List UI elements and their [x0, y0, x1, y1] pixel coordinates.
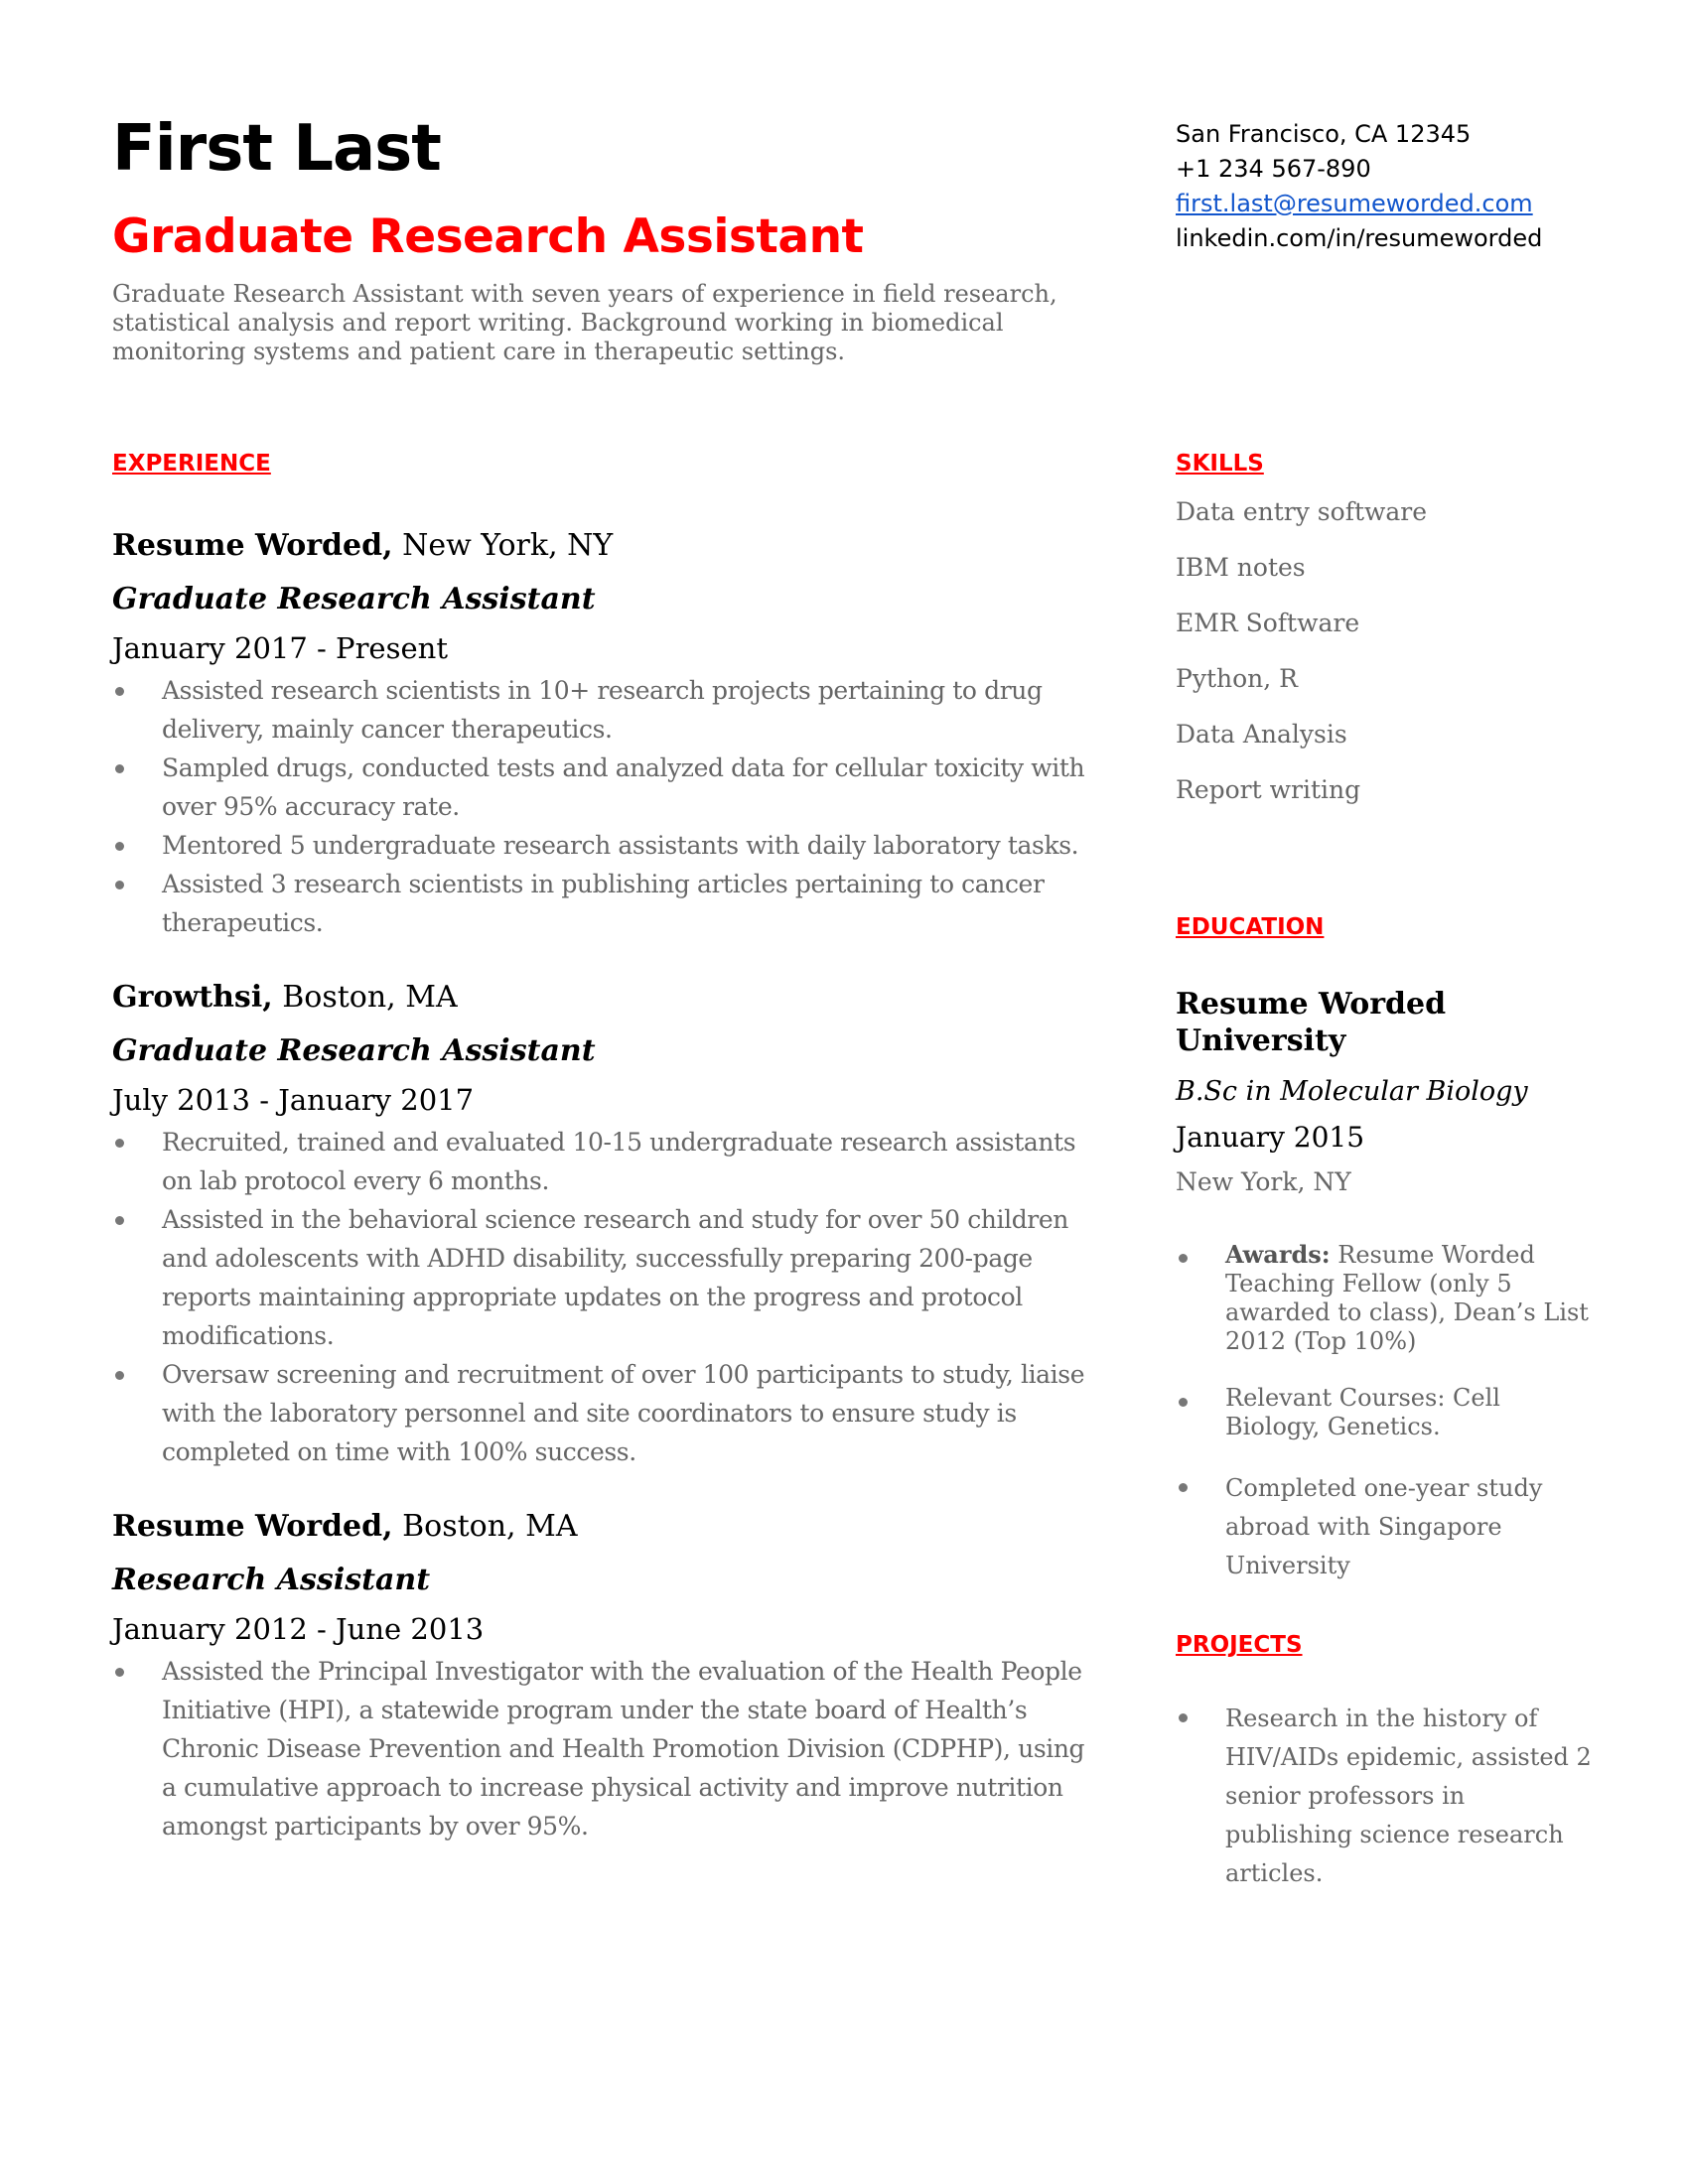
education-bullets: Awards: Resume Worded Teaching Fellow (o…: [1176, 1240, 1593, 1585]
skill-item: EMR Software: [1176, 609, 1360, 637]
contact-block: San Francisco, CA 12345 +1 234 567-890 f…: [1176, 117, 1542, 256]
projects-bullets: Research in the history of HIV/AIDs epid…: [1176, 1700, 1593, 1893]
job-role: Research Assistant: [112, 1563, 431, 1597]
skills-heading: SKILLS: [1176, 451, 1264, 477]
job-role: Graduate Research Assistant: [112, 582, 596, 616]
job-entry: Resume Worded, New York, NY Graduate Res…: [112, 526, 1105, 942]
job-bullet: Assisted 3 research scientists in publis…: [112, 865, 1105, 942]
bullet-icon: [1179, 1713, 1188, 1722]
resume-page: First Last Graduate Research Assistant G…: [0, 0, 1688, 2184]
contact-email-link[interactable]: first.last@resumeworded.com: [1176, 190, 1533, 217]
projects-section: Research in the history of HIV/AIDs epid…: [1176, 1700, 1593, 1893]
job-dates: July 2013 - January 2017: [112, 1083, 475, 1117]
job-company: Growthsi,: [112, 980, 273, 1015]
education-section: Resume Worded University B.Sc in Molecul…: [1176, 986, 1593, 1585]
education-degree: B.Sc in Molecular Biology: [1176, 1076, 1528, 1107]
job-bullets: Assisted research scientists in 10+ rese…: [112, 671, 1105, 942]
job-company: Resume Worded,: [112, 1509, 393, 1544]
job-company-line: Resume Worded, Boston, MA: [112, 1507, 1105, 1547]
job-bullet: Assisted in the behavioral science resea…: [112, 1200, 1105, 1355]
education-heading: EDUCATION: [1176, 914, 1325, 940]
contact-location: San Francisco, CA 12345: [1176, 120, 1472, 148]
candidate-title: Graduate Research Assistant: [112, 209, 864, 264]
job-company-line: Resume Worded, New York, NY: [112, 526, 1105, 566]
contact-phone: +1 234 567-890: [1176, 155, 1371, 183]
job-entry: Resume Worded, Boston, MA Research Assis…: [112, 1507, 1105, 1845]
job-role: Graduate Research Assistant: [112, 1033, 596, 1068]
job-bullet: Mentored 5 undergraduate research assist…: [112, 826, 1105, 865]
bullet-icon: [115, 881, 124, 889]
skill-item: IBM notes: [1176, 553, 1306, 582]
bullet-icon: [1179, 1254, 1188, 1263]
projects-heading: PROJECTS: [1176, 1632, 1303, 1658]
bullet-icon: [115, 842, 124, 851]
education-location: New York, NY: [1176, 1167, 1351, 1196]
education-school: Resume Worded University: [1176, 987, 1447, 1058]
job-bullet: Assisted research scientists in 10+ rese…: [112, 671, 1105, 749]
skill-item: Data entry software: [1176, 497, 1428, 526]
job-bullet: Sampled drugs, conducted tests and analy…: [112, 749, 1105, 826]
job-bullets: Assisted the Principal Investigator with…: [112, 1652, 1105, 1845]
education-bullet: Completed one-year study abroad with Sin…: [1176, 1469, 1593, 1585]
job-bullet: Recruited, trained and evaluated 10-15 u…: [112, 1123, 1105, 1200]
experience-section: Resume Worded, New York, NY Graduate Res…: [112, 526, 1105, 1881]
bullet-icon: [115, 1668, 124, 1677]
education-date: January 2015: [1176, 1121, 1365, 1154]
job-bullet: Oversaw screening and recruitment of ove…: [112, 1355, 1105, 1471]
job-location: Boston, MA: [392, 1509, 578, 1544]
summary: Graduate Research Assistant with seven y…: [112, 280, 1057, 365]
experience-heading: EXPERIENCE: [112, 451, 271, 477]
bullet-icon: [115, 1371, 124, 1380]
job-bullets: Recruited, trained and evaluated 10-15 u…: [112, 1123, 1105, 1471]
candidate-name: First Last: [112, 112, 442, 186]
job-dates: January 2017 - Present: [112, 631, 448, 665]
job-company: Resume Worded,: [112, 528, 393, 563]
job-location: New York, NY: [392, 528, 614, 563]
project-bullet: Research in the history of HIV/AIDs epid…: [1176, 1700, 1593, 1893]
skill-item: Data Analysis: [1176, 720, 1347, 749]
job-company-line: Growthsi, Boston, MA: [112, 978, 1105, 1018]
job-bullet: Assisted the Principal Investigator with…: [112, 1652, 1105, 1845]
job-dates: January 2012 - June 2013: [112, 1612, 485, 1646]
bullet-icon: [1179, 1483, 1188, 1492]
bullet-icon: [115, 1216, 124, 1225]
bullet-icon: [115, 764, 124, 773]
contact-linkedin: linkedin.com/in/resumeworded: [1176, 224, 1543, 252]
bullet-icon: [115, 1139, 124, 1148]
education-bullet: Awards: Resume Worded Teaching Fellow (o…: [1176, 1240, 1593, 1356]
job-location: Boston, MA: [272, 980, 458, 1015]
bullet-icon: [1179, 1398, 1188, 1407]
bullet-icon: [115, 687, 124, 696]
job-entry: Growthsi, Boston, MA Graduate Research A…: [112, 978, 1105, 1471]
education-bullet: Relevant Courses: Cell Biology, Genetics…: [1176, 1384, 1593, 1441]
skills-list: Data entry software IBM notes EMR Softwa…: [1176, 484, 1593, 818]
skill-item: Python, R: [1176, 664, 1298, 693]
skill-item: Report writing: [1176, 775, 1361, 804]
